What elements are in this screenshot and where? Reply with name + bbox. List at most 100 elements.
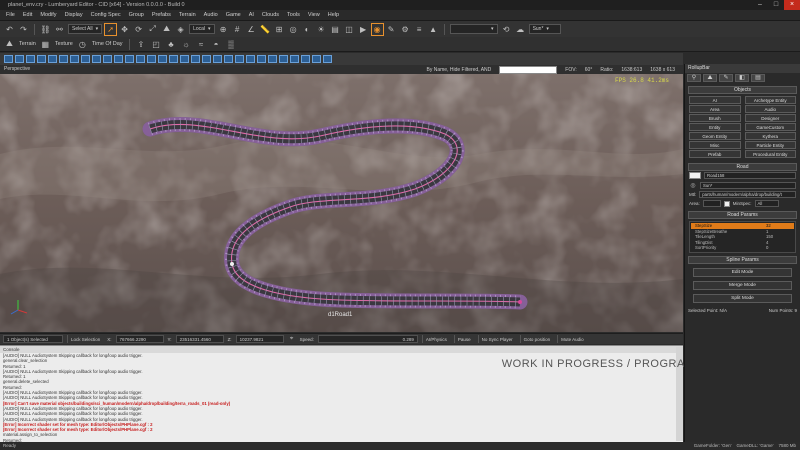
terrain-snap-icon[interactable]: ⛰ bbox=[161, 24, 172, 35]
maximize-icon[interactable]: □ bbox=[768, 0, 784, 10]
road-param-row[interactable]: SortPriority 0 bbox=[691, 245, 794, 251]
object-audio-button[interactable]: Audio bbox=[744, 105, 796, 113]
undo-icon[interactable]: ↶ bbox=[4, 24, 15, 35]
database-icon[interactable]: ▤ bbox=[330, 24, 341, 35]
menu-display[interactable]: Display bbox=[65, 12, 83, 18]
menu-view[interactable]: View bbox=[308, 12, 320, 18]
axis-constraint-icon[interactable]: ⊕ bbox=[218, 24, 229, 35]
terrain-scene[interactable]: d1Road1 bbox=[0, 74, 683, 332]
objects-tab-icon[interactable]: ⚲ bbox=[687, 74, 701, 82]
vegetation-icon[interactable]: ♣ bbox=[166, 39, 177, 50]
object-entity-button[interactable]: Entity bbox=[689, 123, 741, 131]
viewport-filter-icon[interactable] bbox=[257, 55, 266, 63]
modify-tab-icon[interactable]: ✎ bbox=[719, 74, 733, 82]
object-prefab-button[interactable]: Prefab bbox=[689, 150, 741, 158]
viewport-filter-icon[interactable] bbox=[4, 55, 13, 63]
viewport-filter-icon[interactable] bbox=[301, 55, 310, 63]
link-icon[interactable]: ⛓ bbox=[40, 24, 51, 35]
viewport-filter-icon[interactable] bbox=[169, 55, 178, 63]
object-designer-button[interactable]: Designer bbox=[744, 114, 796, 122]
object-ai-button[interactable]: AI bbox=[689, 96, 741, 104]
viewport-filter-icon[interactable] bbox=[290, 55, 299, 63]
menu-terrain[interactable]: Terrain bbox=[179, 12, 196, 18]
move-tool-icon[interactable]: ✥ bbox=[119, 24, 130, 35]
layer-icon[interactable]: ◫ bbox=[344, 24, 355, 35]
menu-prefabs[interactable]: Prefabs bbox=[152, 12, 171, 18]
menu-tools[interactable]: Tools bbox=[287, 12, 300, 18]
speed-field[interactable]: 0.289 bbox=[317, 335, 418, 343]
minspec-dropdown[interactable]: All bbox=[754, 200, 779, 207]
material-icon[interactable]: ◐ bbox=[302, 24, 313, 35]
align-icon[interactable]: ⊞ bbox=[274, 24, 285, 35]
viewport-filter-icon[interactable] bbox=[59, 55, 68, 63]
camera-icon[interactable]: ◉ bbox=[370, 22, 384, 36]
viewport-filter-icon[interactable] bbox=[103, 55, 112, 63]
script-icon[interactable]: ✎ bbox=[386, 24, 397, 35]
edit-mode-button[interactable]: Edit Mode bbox=[693, 267, 792, 277]
viewport-filter-icon[interactable] bbox=[191, 55, 200, 63]
road-name-field[interactable]: Road158 bbox=[704, 172, 796, 179]
road-param-value[interactable]: 0 bbox=[766, 245, 794, 251]
viewport-filter-icon[interactable] bbox=[26, 55, 35, 63]
object-misc-button[interactable]: Misc bbox=[689, 141, 741, 149]
merge-mode-button[interactable]: Merge Mode bbox=[693, 280, 792, 290]
object-geom-entity-button[interactable]: Geom Entity bbox=[689, 132, 741, 140]
unlink-icon[interactable]: ⚯ bbox=[54, 24, 65, 35]
object-gamecustom-button[interactable]: GameCustom bbox=[744, 123, 796, 131]
ruler-icon[interactable]: 📏 bbox=[260, 24, 271, 35]
selection-filter-dropdown[interactable]: Select All ▾ bbox=[68, 24, 103, 34]
refresh-icon[interactable]: ⟲ bbox=[501, 24, 512, 35]
menu-game[interactable]: Game bbox=[226, 12, 241, 18]
menu-edit[interactable]: Edit bbox=[23, 12, 32, 18]
physics-icon[interactable]: ◎ bbox=[288, 24, 299, 35]
road-layer-field[interactable]: Sun* bbox=[700, 181, 796, 189]
layers-tab-icon[interactable]: ▤ bbox=[751, 74, 765, 82]
fog-icon[interactable]: ▒ bbox=[226, 39, 237, 50]
search-filter-mode[interactable]: By Name, Hide Filtered, AND bbox=[427, 67, 492, 73]
viewport-filter-icon[interactable] bbox=[279, 55, 288, 63]
spline-point[interactable] bbox=[230, 262, 234, 266]
pause-button[interactable]: Pause bbox=[453, 335, 474, 343]
lod-icon[interactable]: ◰ bbox=[151, 39, 162, 50]
road-header[interactable]: Road bbox=[688, 163, 797, 171]
sky-icon[interactable]: ◓ bbox=[211, 39, 222, 50]
search-input[interactable] bbox=[499, 66, 558, 74]
x-coordinate-field[interactable]: 767666.2290 bbox=[115, 335, 164, 343]
objects-header[interactable]: Objects bbox=[688, 86, 797, 94]
viewport-filter-icon[interactable] bbox=[246, 55, 255, 63]
viewport-filter-icon[interactable] bbox=[235, 55, 244, 63]
redo-icon[interactable]: ↷ bbox=[18, 24, 29, 35]
perspective-viewport[interactable]: d1Road1 bbox=[0, 74, 683, 332]
viewport-filter-icon[interactable] bbox=[92, 55, 101, 63]
object-area-button[interactable]: Area bbox=[689, 105, 741, 113]
split-mode-button[interactable]: Split Mode bbox=[693, 293, 792, 303]
angle-snap-icon[interactable]: ∠ bbox=[246, 24, 257, 35]
lighting-icon[interactable]: ☀ bbox=[316, 24, 327, 35]
empty-dropdown[interactable]: ▾ bbox=[449, 24, 498, 34]
menu-config-spec[interactable]: Config Spec bbox=[91, 12, 121, 18]
viewport-filter-icon[interactable] bbox=[147, 55, 156, 63]
menu-ai[interactable]: AI bbox=[249, 12, 254, 18]
viewport-filter-icon[interactable] bbox=[37, 55, 46, 63]
mute-audio-button[interactable]: Mute Audio bbox=[557, 335, 587, 343]
object-brush-button[interactable]: Brush bbox=[689, 114, 741, 122]
viewport-filter-icon[interactable] bbox=[213, 55, 222, 63]
profile-dropdown[interactable]: Sun* ▾ bbox=[528, 24, 561, 34]
viewport-filter-icon[interactable] bbox=[180, 55, 189, 63]
menu-modify[interactable]: Modify bbox=[40, 12, 56, 18]
viewport-filter-icon[interactable] bbox=[70, 55, 79, 63]
menu-group[interactable]: Group bbox=[129, 12, 144, 18]
console-icon[interactable]: ≡ bbox=[414, 24, 425, 35]
road-params-header[interactable]: Road Params bbox=[688, 211, 797, 219]
object-particle-entity-button[interactable]: Particle Entity bbox=[744, 141, 796, 149]
no-sync-player-button[interactable]: No Sync Player bbox=[477, 335, 516, 343]
viewport-filter-icon[interactable] bbox=[15, 55, 24, 63]
display-tab-icon[interactable]: ◧ bbox=[735, 74, 749, 82]
lock-selection-button[interactable]: Lock Selection bbox=[67, 335, 103, 343]
viewport-filter-icon[interactable] bbox=[268, 55, 277, 63]
area-field[interactable] bbox=[702, 200, 721, 207]
track-view-icon[interactable]: ▶ bbox=[358, 24, 369, 35]
viewport-filter-icon[interactable] bbox=[312, 55, 321, 63]
viewport-filter-icon[interactable] bbox=[323, 55, 332, 63]
road-color-swatch[interactable] bbox=[689, 172, 701, 179]
